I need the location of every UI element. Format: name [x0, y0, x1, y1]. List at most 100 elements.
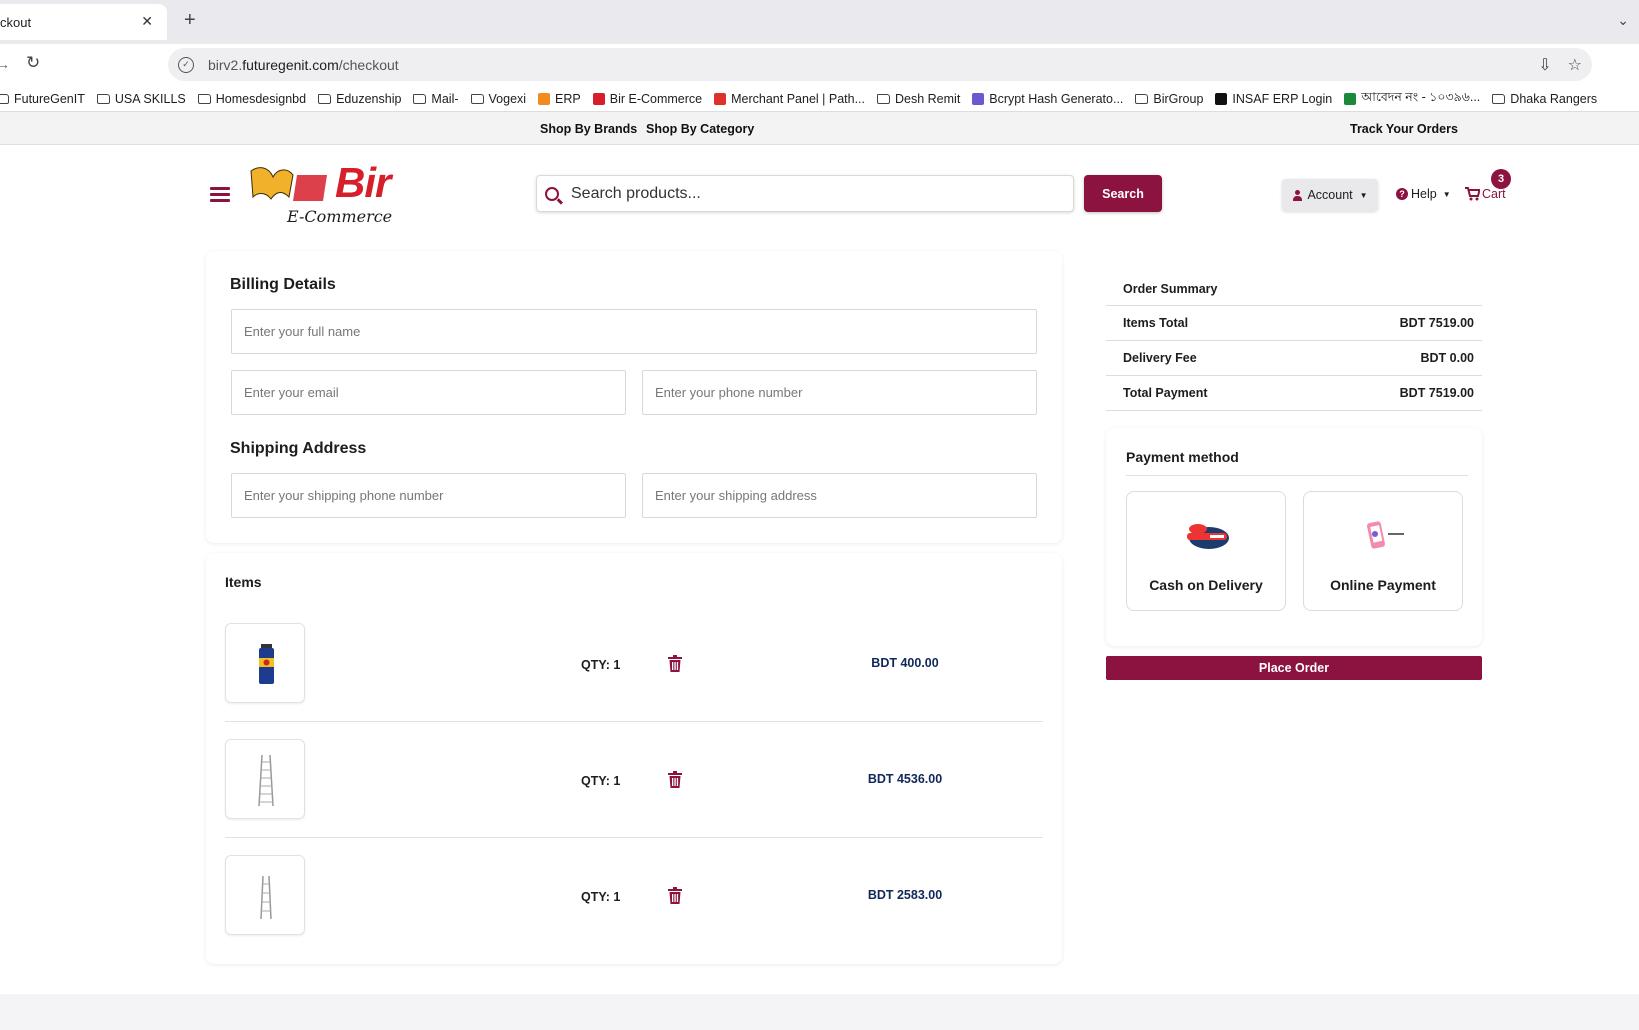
tabs-menu-icon[interactable]: ⌄ [1617, 12, 1629, 29]
tab-close-icon[interactable]: ✕ [141, 13, 153, 30]
folder-icon [877, 93, 890, 104]
account-label: Account [1307, 188, 1353, 202]
search-input[interactable] [571, 184, 1051, 203]
summary-row-total: Total Payment BDT 7519.00 [1106, 376, 1482, 411]
bookmark-item[interactable]: Dhaka Rangers [1492, 92, 1597, 106]
tab-title: ckout [0, 14, 32, 30]
bookmark-item[interactable]: আবেদন নং - ১০৩৯৬... [1344, 89, 1480, 109]
menu-icon[interactable] [210, 187, 230, 202]
folder-icon [470, 93, 484, 104]
search-button[interactable]: Search [1084, 175, 1162, 212]
billing-title: Billing Details [230, 276, 336, 293]
browser-tab[interactable]: ckout ✕ [0, 4, 167, 40]
bookmark-item[interactable]: Homesdesignbd [197, 92, 306, 106]
browser-tab-bar: ckout ✕ + ⌄ [0, 0, 1639, 44]
bookmark-label: INSAF ERP Login [1232, 91, 1333, 106]
items-total-label: Items Total [1123, 316, 1189, 330]
pathao-favicon [714, 92, 727, 105]
product-thumbnail[interactable] [225, 623, 305, 703]
bookmark-label: Vogexi [488, 91, 527, 106]
back-icon[interactable]: → [0, 56, 10, 72]
site-logo[interactable]: Bir E-Commerce [247, 159, 432, 226]
bookmark-label: Eduzenship [336, 91, 402, 106]
folder-icon [0, 93, 9, 104]
bookmark-item[interactable]: Bir E-Commerce [592, 92, 702, 106]
delete-icon[interactable] [668, 887, 682, 904]
help-dropdown[interactable]: ? Help ▼ [1396, 187, 1451, 201]
place-order-button[interactable]: Place Order [1106, 656, 1482, 680]
folder-icon [318, 93, 332, 104]
summary-row-items-total: Items Total BDT 7519.00 [1106, 306, 1482, 341]
billing-card: Billing Details Shipping Address [206, 251, 1062, 543]
bookmark-item[interactable]: Mail- [413, 92, 459, 106]
bookmark-item[interactable]: Vogexi [470, 91, 527, 106]
table-row: QTY: 1 BDT 4536.00 [225, 722, 1043, 838]
shipping-address-input[interactable] [642, 473, 1037, 518]
item-qty: QTY: 1 [581, 658, 621, 672]
bookmark-item[interactable]: INSAF ERP Login [1215, 92, 1332, 106]
shipping-phone-input[interactable] [231, 473, 626, 518]
search-icon [545, 186, 559, 201]
new-tab-icon[interactable]: + [184, 10, 196, 30]
bookmark-label: Bcrypt Hash Generato... [989, 91, 1124, 106]
search-box[interactable] [536, 175, 1074, 212]
item-price: BDT 400.00 [871, 656, 939, 670]
address-bar[interactable]: ✓ birv2.futuregenit.com/checkout ⇩ ☆ [168, 48, 1592, 81]
account-dropdown[interactable]: Account ▼ [1282, 179, 1378, 211]
bookmark-item[interactable]: ERP [538, 92, 581, 106]
browser-toolbar: → ↻ ✓ birv2.futuregenit.com/checkout ⇩ ☆ [0, 44, 1639, 86]
cart-count-badge: 3 [1491, 169, 1511, 189]
bookmark-star-icon[interactable]: ☆ [1568, 55, 1582, 75]
delete-icon[interactable] [668, 771, 682, 788]
cart-icon [1465, 187, 1480, 201]
bookmark-label: BirGroup [1153, 91, 1204, 106]
phone-input[interactable] [642, 370, 1037, 415]
bookmark-label: আবেদন নং - ১০৩৯৬... [1361, 89, 1481, 104]
site-top-strip: Shop By Brands Shop By Category Track Yo… [0, 113, 1639, 145]
cart-link[interactable]: Cart [1465, 187, 1506, 201]
caret-down-icon: ▼ [1359, 190, 1368, 200]
bookmark-item[interactable]: Eduzenship [318, 92, 401, 106]
total-payment-value: BDT 7519.00 [1399, 386, 1474, 400]
table-row: QTY: 1 BDT 400.00 [225, 606, 1043, 722]
delivery-fee-label: Delivery Fee [1123, 351, 1197, 365]
payment-method-title: Payment method [1126, 449, 1239, 465]
payment-method-card: Payment method Cash on Delivery Online P… [1106, 428, 1482, 646]
delete-icon[interactable] [668, 655, 682, 672]
track-orders-link[interactable]: Track Your Orders [1350, 122, 1458, 136]
bir-favicon [592, 92, 605, 105]
bookmarks-bar: FutureGenIT USA SKILLS Homesdesignbd Eduzen… [0, 86, 1639, 112]
bookmark-label: FutureGenIT [14, 91, 85, 106]
logo-text: Bir [335, 159, 391, 206]
bd-gov-favicon [1344, 92, 1357, 105]
bookmark-item[interactable]: Desh Remit [877, 92, 960, 106]
cash-on-delivery-option[interactable]: Cash on Delivery [1126, 491, 1286, 611]
bookmark-item[interactable]: Merchant Panel | Path... [714, 92, 865, 106]
bookmark-label: Dhaka Rangers [1510, 91, 1598, 106]
site-info-icon[interactable]: ✓ [178, 56, 194, 73]
product-thumbnail[interactable] [225, 855, 305, 935]
full-name-input[interactable] [231, 309, 1037, 354]
order-summary-title: Order Summary [1106, 276, 1482, 306]
bookmark-label: Merchant Panel | Path... [731, 91, 865, 106]
url-path: /checkout [338, 56, 399, 73]
reload-icon[interactable]: ↻ [26, 53, 40, 73]
bookmark-item[interactable]: USA SKILLS [96, 92, 186, 106]
product-thumbnail[interactable] [225, 739, 305, 819]
bookmark-item[interactable]: FutureGenIT [0, 92, 85, 106]
shop-by-category-link[interactable]: Shop By Category [646, 122, 754, 136]
logo-subtitle: E-Commerce [287, 207, 393, 226]
table-row: QTY: 1 BDT 2583.00 [225, 838, 1043, 954]
shop-by-brands-link[interactable]: Shop By Brands [540, 122, 637, 136]
insaf-favicon [1215, 92, 1228, 105]
online-payment-option[interactable]: Online Payment [1303, 491, 1463, 611]
download-icon[interactable]: ⇩ [1538, 55, 1551, 75]
email-input[interactable] [231, 370, 626, 415]
online-payment-icon [1367, 521, 1404, 549]
folder-icon [96, 93, 110, 104]
payment-divider [1126, 475, 1468, 476]
bookmark-item[interactable]: BirGroup [1135, 92, 1203, 106]
spray-can-product [259, 644, 274, 684]
bookmark-item[interactable]: Bcrypt Hash Generato... [972, 92, 1123, 106]
url-text[interactable]: birv2.futuregenit.com/checkout [208, 57, 399, 73]
